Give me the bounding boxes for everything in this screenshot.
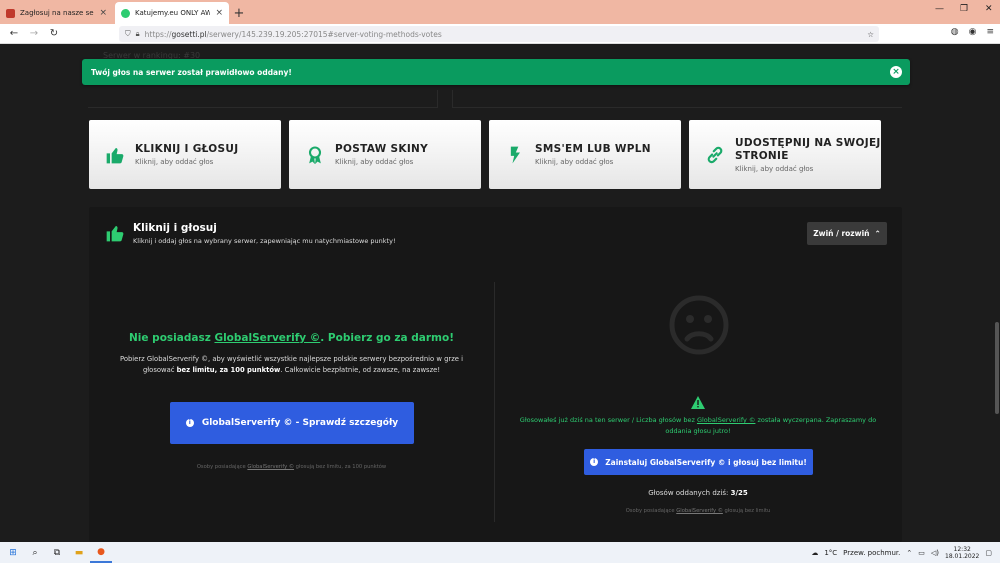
button-label: GlobalServerify © - Sprawdź szczegóły bbox=[201, 418, 399, 428]
scrollbar[interactable] bbox=[994, 45, 1000, 542]
already-voted-message: Głosowałeś już dziś na ten serwer / Licz… bbox=[519, 416, 877, 435]
maximize-icon[interactable]: ❐ bbox=[960, 4, 968, 14]
left-footnote: Osoby posiadające GlobalServerify © głos… bbox=[196, 464, 387, 470]
globalserverify-details-button[interactable]: i GlobalServerify © - Sprawdź szczegóły bbox=[170, 402, 414, 444]
globalserverify-link[interactable]: GlobalServerify © bbox=[247, 464, 294, 470]
method-title: UDOSTĘPNIJ NA SWOJEJ STRONIE bbox=[735, 136, 881, 162]
url-bar[interactable]: ⛉ 🔒︎ https://gosetti.pl/serwery/145.239.… bbox=[119, 26, 879, 42]
success-toast: Twój głos na serwer został prawidłowo od… bbox=[82, 59, 910, 85]
thumbs-up-icon bbox=[106, 226, 124, 242]
method-share[interactable]: UDOSTĘPNIJ NA SWOJEJ STRONIE Kliknij, aby… bbox=[689, 120, 881, 189]
volume-icon[interactable]: ◁) bbox=[931, 549, 939, 557]
browser-tab-active[interactable]: Katujemy.eu ONLY AWP 128TI × bbox=[115, 2, 229, 24]
pocket-icon[interactable]: ◍ bbox=[951, 27, 959, 37]
install-globalserverify-button[interactable]: i Zainstaluj GlobalServerify © i głosuj … bbox=[584, 449, 813, 475]
minimize-icon[interactable]: — bbox=[935, 4, 944, 14]
thumbs-up-icon bbox=[106, 147, 124, 163]
voting-methods: KLIKNIJ I GŁOSUJ Kliknij, aby oddać głos … bbox=[89, 120, 881, 189]
lock-icon[interactable]: 🔒︎ bbox=[136, 29, 140, 39]
close-icon[interactable]: × bbox=[890, 66, 902, 78]
reload-icon[interactable]: ↻ bbox=[44, 28, 64, 39]
method-click-vote[interactable]: KLIKNIJ I GŁOSUJ Kliknij, aby oddać głos bbox=[89, 120, 281, 189]
chevron-up-icon: ⌃ bbox=[874, 229, 881, 238]
weather-desc[interactable]: Przew. pochmur. bbox=[843, 549, 900, 557]
scroll-thumb[interactable] bbox=[995, 322, 999, 414]
file-explorer-icon[interactable]: ▬ bbox=[68, 542, 90, 563]
new-tab-button[interactable]: + bbox=[229, 2, 249, 24]
network-icon[interactable]: ▭ bbox=[918, 549, 925, 557]
warning-icon bbox=[691, 396, 705, 409]
toggle-label: Zwiń / rozwiń bbox=[813, 229, 870, 238]
method-skins[interactable]: POSTAW SKINY Kliknij, aby oddać głos bbox=[289, 120, 481, 189]
weather-temp[interactable]: 1°C bbox=[824, 549, 837, 557]
panel-description: Kliknij i oddaj głos na wybrany serwer, … bbox=[133, 237, 396, 245]
globalserverify-link[interactable]: GlobalServerify © bbox=[214, 332, 320, 344]
panel-title: Kliknij i głosuj bbox=[133, 222, 217, 234]
url-prefix: https:// bbox=[144, 29, 172, 39]
server-stats-card bbox=[452, 90, 902, 108]
taskbar: ⊞ ⌕ ⧉ ▬ ● ☁ 1°C Przew. pochmur. ⌃ ▭ ◁) 1… bbox=[0, 542, 1000, 563]
link-icon bbox=[707, 146, 723, 163]
favicon-icon bbox=[121, 8, 130, 18]
click-vote-panel: Kliknij i głosuj Kliknij i oddaj głos na… bbox=[89, 207, 902, 542]
chevron-up-icon[interactable]: ⌃ bbox=[906, 549, 912, 557]
download-title: Nie posiadasz GlobalServerify ©. Pobierz… bbox=[129, 332, 454, 344]
method-subtitle: Kliknij, aby oddać głos bbox=[535, 158, 614, 166]
toast-message: Twój głos na serwer został prawidłowo od… bbox=[91, 67, 292, 77]
globalserverify-link[interactable]: GlobalServerify © bbox=[676, 508, 723, 514]
browser-nav-bar: ← → ↻ ⛉ 🔒︎ https://gosetti.pl/serwery/14… bbox=[0, 24, 1000, 44]
system-tray: ☁ 1°C Przew. pochmur. ⌃ ▭ ◁) 12:32 18.01.… bbox=[811, 542, 992, 563]
bookmark-star-icon[interactable]: ☆ bbox=[867, 30, 874, 39]
account-icon[interactable]: ◉ bbox=[969, 27, 977, 37]
firefox-icon[interactable]: ● bbox=[90, 542, 112, 563]
url-host: gosetti.pl bbox=[171, 29, 207, 39]
award-icon bbox=[308, 145, 322, 164]
browser-tab[interactable]: Zagłosuj na nasze serwery! - Se × bbox=[0, 2, 113, 24]
favicon-icon bbox=[6, 8, 15, 18]
method-subtitle: Kliknij, aby oddać głos bbox=[735, 164, 814, 173]
sad-face-icon bbox=[669, 295, 729, 355]
close-window-icon[interactable]: ✕ bbox=[985, 4, 993, 14]
forward-icon[interactable]: → bbox=[24, 28, 44, 39]
menu-icon[interactable]: ≡ bbox=[986, 27, 994, 37]
method-title: SMS'EM LUB WPLN bbox=[535, 143, 651, 155]
url-path: /serwery/145.239.19.205:27015#server-vot… bbox=[206, 29, 442, 39]
tab-title: Zagłosuj na nasze serwery! - Se bbox=[20, 9, 94, 17]
column-divider bbox=[494, 282, 495, 522]
method-subtitle: Kliknij, aby oddać głos bbox=[335, 158, 414, 166]
tab-title: Katujemy.eu ONLY AWP 128TI bbox=[135, 9, 211, 17]
search-icon[interactable]: ⌕ bbox=[24, 542, 46, 563]
method-title: POSTAW SKINY bbox=[335, 143, 429, 155]
right-footnote: Osoby posiadające GlobalServerify © głos… bbox=[625, 508, 771, 514]
collapse-toggle-button[interactable]: Zwiń / rozwiń ⌃ bbox=[807, 222, 887, 245]
clock[interactable]: 12:32 18.01.2022 bbox=[945, 546, 979, 560]
page-content: Serwer w rankingu: #30 Twój głos na serw… bbox=[0, 45, 1000, 542]
task-view-icon[interactable]: ⧉ bbox=[46, 542, 68, 563]
close-tab-icon[interactable]: × bbox=[215, 8, 223, 18]
button-label: Zainstaluj GlobalServerify © i głosuj be… bbox=[605, 457, 807, 467]
download-description: Pobierz GlobalServerify ©, aby wyświetli… bbox=[119, 355, 464, 374]
shield-icon[interactable]: ⛉ bbox=[125, 29, 131, 39]
method-title: KLIKNIJ I GŁOSUJ bbox=[135, 143, 239, 155]
globalserverify-link[interactable]: GlobalServerify © bbox=[697, 416, 755, 424]
back-icon[interactable]: ← bbox=[4, 28, 24, 39]
info-icon: i bbox=[590, 458, 599, 466]
method-subtitle: Kliknij, aby oddać głos bbox=[135, 158, 214, 166]
votes-today-count: Głosów oddanych dziś: 3/25 bbox=[648, 489, 748, 497]
weather-icon[interactable]: ☁ bbox=[811, 549, 818, 557]
lightning-icon bbox=[510, 146, 520, 163]
browser-tab-bar: Zagłosuj na nasze serwery! - Se × Katuje… bbox=[0, 0, 1000, 24]
windows-start-icon[interactable]: ⊞ bbox=[2, 542, 24, 563]
close-tab-icon[interactable]: × bbox=[99, 8, 107, 18]
info-icon: i bbox=[185, 419, 194, 427]
server-info-card bbox=[88, 90, 438, 108]
method-sms[interactable]: SMS'EM LUB WPLN Kliknij, aby oddać głos bbox=[489, 120, 681, 189]
notification-icon[interactable]: ▢ bbox=[985, 549, 992, 557]
